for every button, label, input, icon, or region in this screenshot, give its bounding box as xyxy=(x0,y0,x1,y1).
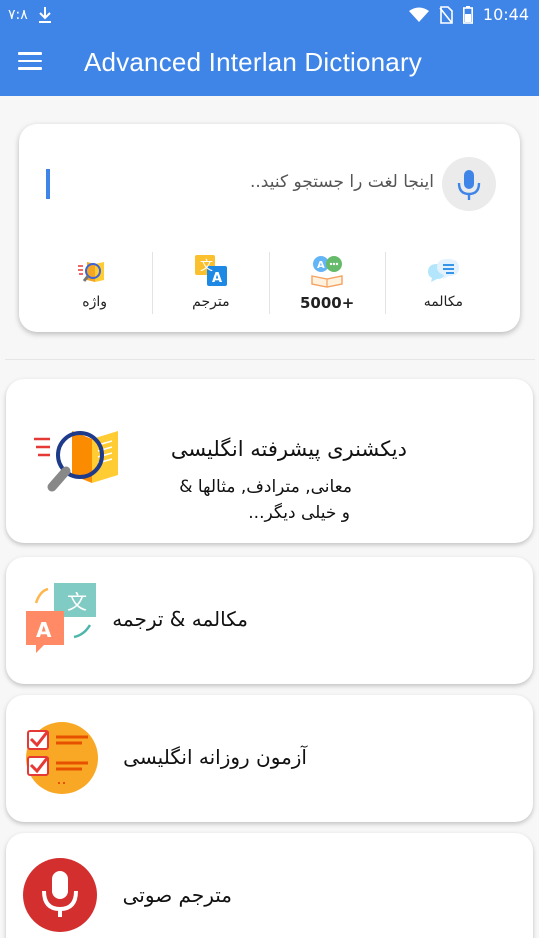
quick-action-vocab[interactable]: واژه xyxy=(37,252,152,314)
status-bar-left: ۷:۸ xyxy=(8,6,52,24)
quick-action-5000[interactable]: A 5000+ xyxy=(268,252,385,314)
battery-icon xyxy=(462,5,473,24)
quick-actions: واژه 文 A مترجم A 5000+ مکالمه xyxy=(37,252,501,314)
quick-action-translator-label: مترجم xyxy=(192,294,230,310)
svg-text:文: 文 xyxy=(67,590,87,614)
microphone-icon xyxy=(23,858,97,932)
status-bar-right: 10:44 xyxy=(408,5,529,24)
quick-action-conversation-label: مکالمه xyxy=(423,294,464,310)
translate-bubbles-icon: 文 A xyxy=(26,583,96,653)
status-bar: ۷:۸ 10:44 xyxy=(0,0,539,30)
no-sim-icon xyxy=(439,5,453,24)
chat-bubbles-icon xyxy=(428,259,460,282)
section-divider xyxy=(5,359,535,360)
status-time: 10:44 xyxy=(482,5,529,24)
dictionary-magnifier-icon xyxy=(34,431,118,492)
checklist-quiz-icon xyxy=(26,722,98,794)
quick-action-vocab-label: واژه xyxy=(82,294,107,310)
conversation-book-icon: A xyxy=(311,256,343,288)
feature-card-conversation-translation[interactable]: 文 A مکالمه & ترجمه xyxy=(6,557,533,684)
microphone-icon xyxy=(457,170,481,200)
feature-card-dictionary[interactable]: دیکشنری پیشرفته انگلیسی معانی, مترادف, م… xyxy=(6,379,533,543)
feature-conversation-title: مکالمه & ترجمه xyxy=(112,607,248,631)
wifi-icon xyxy=(408,7,429,22)
hamburger-menu-icon[interactable] xyxy=(18,52,42,72)
feature-dictionary-subtitle-line1: معانی, مترادف, مثالها & xyxy=(179,477,352,497)
search-card: اینجا لغت را جستجو کنید.. واژه 文 A مترجم… xyxy=(19,124,520,332)
translate-icon: 文 A xyxy=(194,255,227,286)
svg-text:A: A xyxy=(212,271,222,286)
search-placeholder[interactable]: اینجا لغت را جستجو کنید.. xyxy=(250,172,434,192)
voice-search-button[interactable] xyxy=(442,157,496,211)
feature-card-voice-translator[interactable]: مترجم صوتی xyxy=(6,833,533,938)
app-title: Advanced Interlan Dictionary xyxy=(84,47,423,77)
book-dictionary-icon xyxy=(77,262,104,282)
quick-action-translator[interactable]: 文 A مترجم xyxy=(152,252,268,314)
app-bar: Advanced Interlan Dictionary xyxy=(0,30,539,96)
svg-text:A: A xyxy=(36,618,52,642)
feature-daily-quiz-title: آزمون روزانه انگلیسی xyxy=(123,745,307,769)
search-input[interactable] xyxy=(46,169,50,199)
feature-dictionary-title: دیکشنری پیشرفته انگلیسی xyxy=(170,437,407,461)
quick-action-conversation[interactable]: مکالمه xyxy=(384,252,501,314)
feature-card-daily-quiz[interactable]: آزمون روزانه انگلیسی xyxy=(6,695,533,822)
status-left-text: ۷:۸ xyxy=(8,7,28,23)
download-icon xyxy=(38,7,51,23)
feature-voice-translator-title: مترجم صوتی xyxy=(122,883,232,907)
quick-action-5000-label: 5000+ xyxy=(299,294,355,312)
feature-dictionary-subtitle-line2: و خیلی دیگر... xyxy=(248,503,350,523)
svg-text:A: A xyxy=(317,260,325,271)
